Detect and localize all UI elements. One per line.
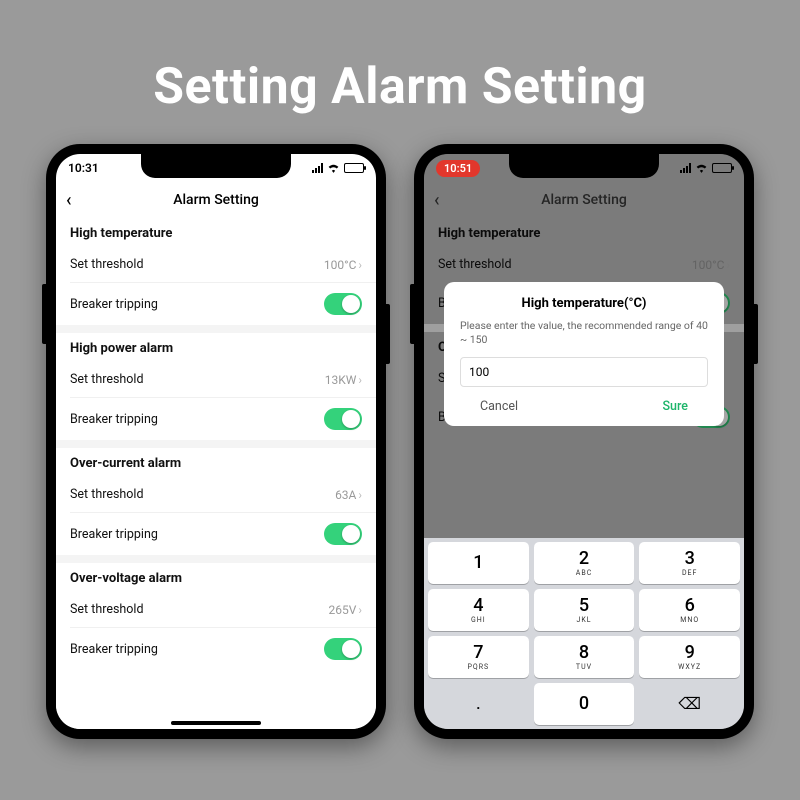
notch [141, 154, 291, 178]
dot-key[interactable]: . [428, 683, 529, 725]
status-icons [680, 163, 732, 173]
chevron-right-icon: › [358, 373, 362, 387]
threshold-label: Set threshold [70, 487, 144, 502]
battery-icon [712, 163, 732, 173]
key-4[interactable]: 4GHI [428, 589, 529, 631]
sure-button[interactable]: Sure [662, 399, 688, 414]
navbar: ‹ Alarm Setting [56, 182, 376, 218]
threshold-value: 265V › [329, 603, 362, 617]
back-icon[interactable]: ‹ [66, 190, 72, 211]
threshold-modal: High temperature(°C) Please enter the va… [444, 282, 724, 426]
status-bar: 10:31 [56, 154, 376, 182]
status-time: 10:51 [436, 161, 480, 175]
signal-icon [680, 163, 691, 173]
key-1[interactable]: 1 [428, 542, 529, 584]
phone-right: 10:51 ‹ Alarm Setting High temperature S… [414, 144, 754, 739]
toggle[interactable] [324, 408, 362, 430]
section-title: High power alarm [56, 333, 376, 362]
page-title: Alarm Setting [173, 192, 259, 208]
key-3[interactable]: 3DEF [639, 542, 740, 584]
breaker-row: Breaker tripping [56, 513, 376, 555]
section-title: Over-voltage alarm [56, 563, 376, 592]
toggle[interactable] [324, 523, 362, 545]
threshold-value: 63A › [335, 488, 362, 502]
threshold-label: Set threshold [70, 372, 144, 387]
numeric-keypad: 12ABC3DEF 4GHI5JKL6MNO 7PQRS8TUV9WXYZ.0⌫ [424, 538, 744, 729]
breaker-row: Breaker tripping [56, 398, 376, 440]
breaker-label: Breaker tripping [70, 642, 158, 657]
threshold-label: Set threshold [70, 602, 144, 617]
key-7[interactable]: 7PQRS [428, 636, 529, 678]
content-left[interactable]: High temperature Set threshold 100°C › Brea… [56, 218, 376, 729]
threshold-row[interactable]: Set threshold 100°C › [56, 247, 376, 282]
threshold-value: 100°C › [324, 258, 362, 272]
chevron-right-icon: › [358, 488, 362, 502]
threshold-value: 13KW › [325, 373, 362, 387]
key-0[interactable]: 0 [534, 683, 635, 725]
wifi-icon [327, 163, 340, 173]
screen-right: 10:51 ‹ Alarm Setting High temperature S… [424, 154, 744, 729]
section-title: Over-current alarm [56, 448, 376, 477]
breaker-label: Breaker tripping [70, 297, 158, 312]
breaker-label: Breaker tripping [70, 412, 158, 427]
toggle[interactable] [324, 293, 362, 315]
status-time: 10:31 [68, 161, 99, 175]
modal-hint: Please enter the value, the recommended … [460, 319, 708, 347]
battery-icon [344, 163, 364, 173]
section-title: High temperature [56, 218, 376, 247]
breaker-row: Breaker tripping [56, 628, 376, 670]
key-2[interactable]: 2ABC [534, 542, 635, 584]
key-9[interactable]: 9WXYZ [639, 636, 740, 678]
threshold-row[interactable]: Set threshold 63A › [56, 477, 376, 512]
breaker-label: Breaker tripping [70, 527, 158, 542]
threshold-row[interactable]: Set threshold 13KW › [56, 362, 376, 397]
backspace-key[interactable]: ⌫ [639, 683, 740, 725]
wifi-icon [695, 163, 708, 173]
signal-icon [312, 163, 323, 173]
modal-input[interactable] [460, 357, 708, 387]
modal-title: High temperature(°C) [460, 296, 708, 311]
phones-wrapper: 10:31 ‹ Alarm Setting High temperatureSe… [46, 144, 754, 739]
toggle[interactable] [324, 638, 362, 660]
key-6[interactable]: 6MNO [639, 589, 740, 631]
screen-left: 10:31 ‹ Alarm Setting High temperatureSe… [56, 154, 376, 729]
phone-left: 10:31 ‹ Alarm Setting High temperatureSe… [46, 144, 386, 739]
home-indicator[interactable] [171, 721, 261, 725]
cancel-button[interactable]: Cancel [480, 399, 518, 414]
key-5[interactable]: 5JKL [534, 589, 635, 631]
threshold-row[interactable]: Set threshold 265V › [56, 592, 376, 627]
key-8[interactable]: 8TUV [534, 636, 635, 678]
chevron-right-icon: › [358, 258, 362, 272]
status-icons [312, 163, 364, 173]
threshold-label: Set threshold [70, 257, 144, 272]
banner-title: Setting Alarm Setting [153, 58, 646, 116]
chevron-right-icon: › [358, 603, 362, 617]
breaker-row: Breaker tripping [56, 283, 376, 325]
